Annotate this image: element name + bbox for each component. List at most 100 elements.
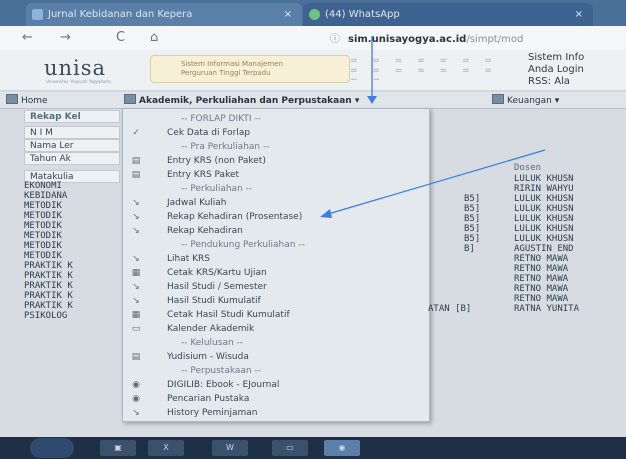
menu-item-label: -- Perpustakaan -- [181,366,261,376]
menu-item[interactable]: ▤ Yudisium - Wisuda [123,350,429,364]
kelas-cell: ATAN [B] [428,304,472,314]
menu-section-header: -- FORLAP DIKTI -- [123,112,429,126]
menu-akademik[interactable]: Akademik, Perkuliahan dan Perpustakaan ▾ [124,94,359,106]
menu-item[interactable]: ◉ DIGILIB: Ebook - EJournal [123,378,429,392]
menu-item-label: Pencarian Pustaka [167,394,250,404]
dosen-cell: RETNO MAWA [514,284,569,294]
menu-item[interactable]: ↘ Rekap Kehadiran [123,224,429,238]
menu-item[interactable]: ↘ History Peminjaman [123,406,429,420]
menu-item[interactable]: ▦ Cetak KRS/Kartu Ujian [123,266,429,280]
taskbar-app-explorer[interactable]: ▣ [100,440,136,456]
reload-icon[interactable]: C [116,29,125,47]
taskbar-app-word[interactable]: W [212,440,248,456]
dosen-cell: LULUK KHUSN [514,234,574,244]
taskbar-app-browser[interactable]: ◉ [324,440,360,456]
menu-section-header: -- Perkuliahan -- [123,182,429,196]
menu-keuangan[interactable]: Keuangan ▾ [492,94,559,106]
dosen-cell: RETNO MAWA [514,294,569,304]
check-icon: ✓ [132,128,140,138]
browser-tab-strip: Jurnal Kebidanan dan Kepera × (44) Whats… [0,0,626,26]
menu-item-label: DIGILIB: Ebook - EJournal [167,380,280,390]
arrow-icon: ↘ [132,212,140,222]
menu-item[interactable]: ↘ Hasil Studi Kumulatif [123,294,429,308]
course-row: PRAKTIK K [24,291,73,301]
kelas-cell: B5] [464,214,481,224]
field-nim: N I M [24,126,120,139]
menu-item[interactable]: ▤ Entry KRS (non Paket) [123,154,429,168]
kelas-cell: B5] [464,194,481,204]
forward-icon[interactable]: → [60,29,71,47]
menu-item[interactable]: ▦ Cetak Hasil Studi Kumulatif [123,308,429,322]
field-nama: Nama Ler [24,139,120,152]
menu-item-label: Rekap Kehadiran [167,226,243,236]
menu-item[interactable]: ▭ Kalender Akademik [123,322,429,336]
panel-title: Rekap Kel [24,110,120,123]
menu-item[interactable]: ↘ Jadwal Kuliah [123,196,429,210]
sysinfo-title: Sistem Info [528,52,585,63]
url-field[interactable]: ⓘ sim.unisayogya.ac.id/simpt/mod [330,30,523,45]
menu-item[interactable]: ▤ Entry KRS Paket [123,168,429,182]
binoculars-icon: ◉ [132,394,140,404]
taskbar-app-window[interactable]: ▭ [272,440,308,456]
menu-item-label: -- Pra Perkuliahan -- [181,142,270,152]
menu-item-label: -- Kelulusan -- [181,338,244,348]
close-icon[interactable]: × [575,3,583,26]
form-icon: ▤ [131,170,141,180]
banner-line-1: Sistem Informasi Manajemen [181,60,283,68]
dosen-cell: RATNA YUNITA [514,304,580,314]
course-row: PRAKTIK K [24,301,73,311]
menu-home[interactable]: Home [6,94,48,106]
course-row: PRAKTIK K [24,271,73,281]
menu-item-label: Hasil Studi / Semester [167,282,267,292]
url-path: /simpt/mod [466,34,524,45]
folder-icon [6,94,18,104]
menu-item-label: Rekap Kehadiran (Prosentase) [167,212,303,222]
menu-item-label: Cek Data di Forlap [167,128,251,138]
whatsapp-icon [309,9,320,20]
field-tahun: Tahun Ak [24,152,120,165]
menu-item-label: Entry KRS Paket [167,170,240,180]
menu-item-label: Hasil Studi Kumulatif [167,296,261,306]
menu-item[interactable]: ↘ Hasil Studi / Semester [123,280,429,294]
close-icon[interactable]: × [284,3,292,26]
menu-item[interactable]: ◉ Pencarian Pustaka [123,392,429,406]
tab-whatsapp[interactable]: (44) WhatsApp × [303,3,593,26]
taskbar-app-excel[interactable]: X [148,440,184,456]
start-button[interactable] [30,438,74,458]
menu-item-label: History Peminjaman [167,408,258,418]
arrow-icon: ↘ [132,226,140,236]
menu-item[interactable]: ↘ Rekap Kehadiran (Prosentase) [123,210,429,224]
home-icon[interactable]: ⌂ [150,29,158,47]
decorative-pattern: = = = = = = = = = = = = = = = = = = = = … [350,56,498,80]
course-row: METODIK [24,251,62,261]
url-domain: sim.unisayogya.ac.id [348,34,467,45]
dosen-cell: RIRIN WAHYU [514,184,574,194]
calendar-icon: ▭ [131,324,141,334]
dosen-cell: LULUK KHUSN [514,214,574,224]
menu-item[interactable]: ✓ Cek Data di Forlap [123,126,429,140]
tab-jurnal[interactable]: Jurnal Kebidanan dan Kepera × [26,3,302,26]
kelas-cell: B5] [464,204,481,214]
arrow-icon: ↘ [132,282,140,292]
banner-line-2: Perguruan Tinggi Terpadu [181,69,271,77]
course-row: PSIKOLOG [24,311,68,321]
menu-item[interactable]: ↘ Lihat KRS [123,252,429,266]
kelas-cell: B] [464,244,475,254]
menu-item-label: -- Perkuliahan -- [181,184,253,194]
tab-title: (44) WhatsApp [325,9,400,20]
menu-item-label: Jadwal Kuliah [167,198,227,208]
course-row: METODIK [24,201,62,211]
dosen-cell: LULUK KHUSN [514,204,574,214]
back-icon[interactable]: ← [22,29,33,47]
akademik-dropdown-menu: -- FORLAP DIKTI -- ✓ Cek Data di Forlap -- … [122,108,430,422]
arrow-icon: ↘ [132,254,140,264]
login-info: Anda Login [528,64,584,75]
logo-subtitle: Universitas 'Aisyiyah Yogyakarta [46,79,111,84]
kelas-cell: B5] [464,224,481,234]
course-row: METODIK [24,221,62,231]
course-row: PRAKTIK K [24,261,73,271]
menu-item-label: Entry KRS (non Paket) [167,156,266,166]
page-icon [32,9,43,20]
form-icon: ▤ [131,156,141,166]
folder-icon [124,94,136,104]
